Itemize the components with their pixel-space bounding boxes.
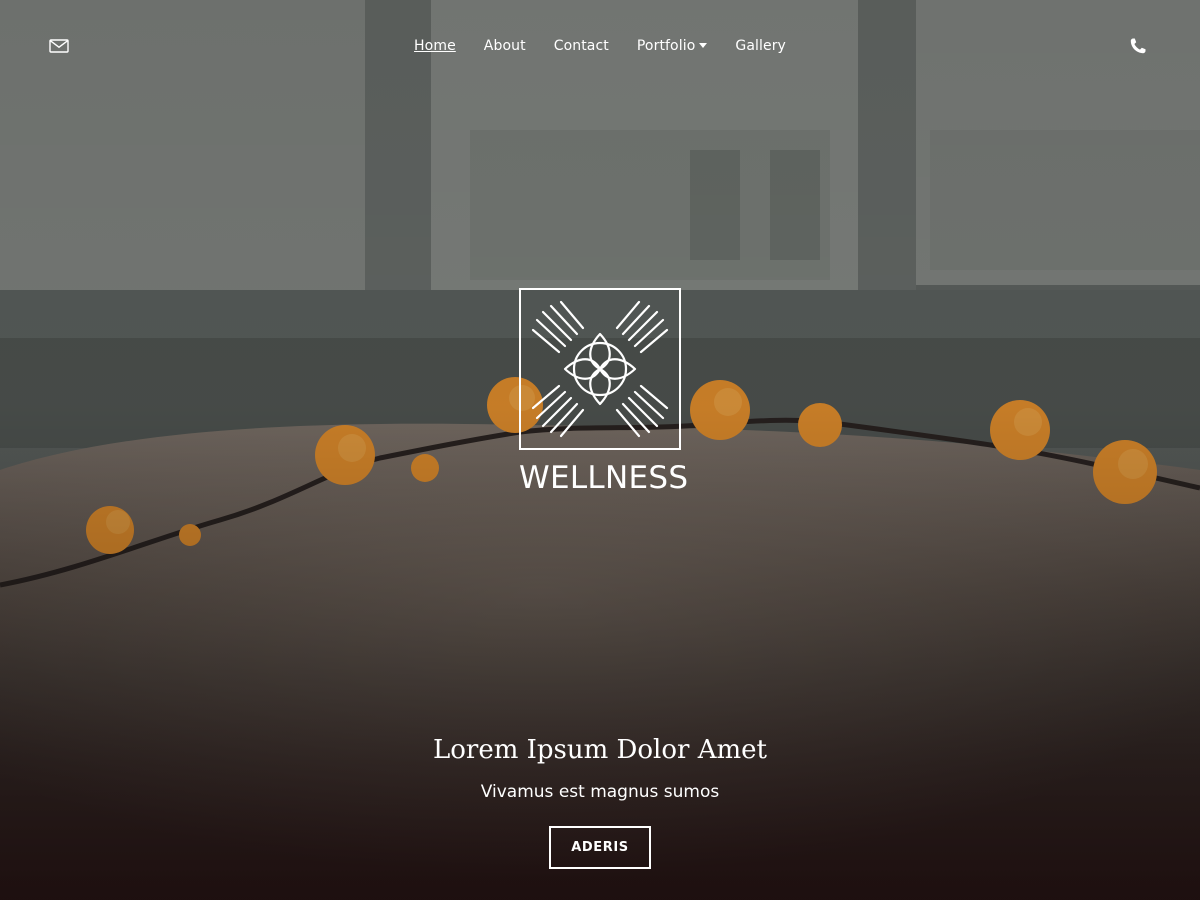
top-navigation-bar: Home About Contact Portfolio Gallery [0,0,1200,92]
nav-item-home[interactable]: Home [400,36,470,56]
nav-item-contact[interactable]: Contact [540,36,623,56]
nav-item-portfolio-label: Portfolio [636,38,696,54]
phone-icon[interactable] [1129,37,1147,55]
chevron-down-icon [699,43,708,48]
aderis-button[interactable]: ADERIS [549,826,651,869]
logo-wordmark: WELLNESS [519,460,689,496]
hands-flower-icon [531,300,669,438]
nav-item-portfolio[interactable]: Portfolio [623,36,722,56]
nav-item-about[interactable]: About [470,36,540,56]
main-nav: Home About Contact Portfolio Gallery [0,36,1200,56]
hero-title: Lorem Ipsum Dolor Amet [432,735,767,765]
nav-item-gallery[interactable]: Gallery [721,36,800,56]
hero-subtitle: Vivamus est magnus sumos [480,782,720,802]
hero-caption: Lorem Ipsum Dolor Amet Vivamus est magnu… [0,732,1200,869]
logo-frame [519,288,681,450]
hero-section: Home About Contact Portfolio Gallery WEL… [0,0,1200,900]
site-logo[interactable]: WELLNESS [519,288,689,496]
